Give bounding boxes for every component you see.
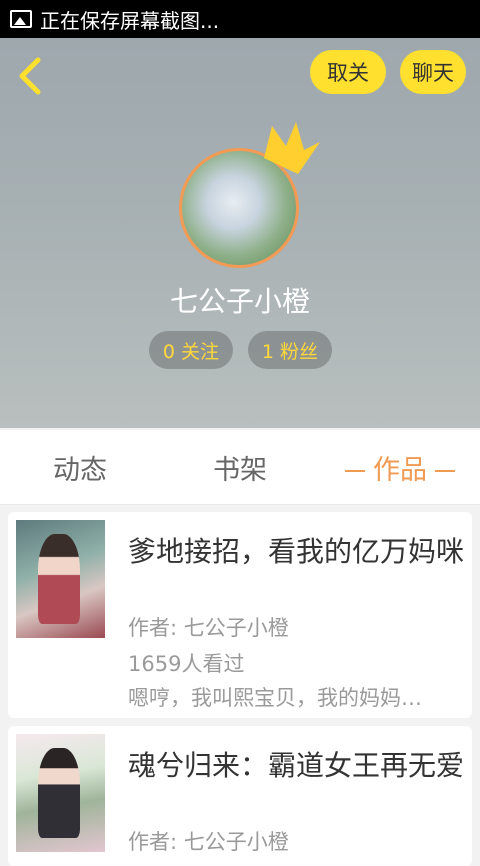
chevron-left-icon [19,57,41,95]
cover-figure [38,748,80,838]
fans-count[interactable]: 1 粉丝 [248,331,332,369]
tab-label: 动态 [53,454,107,486]
work-author: 作者: 七公子小橙 [128,616,289,640]
work-title: 爹地接招，看我的亿万妈咪 [128,535,465,568]
work-card[interactable]: 爹地接招，看我的亿万妈咪 作者: 七公子小橙 1659人看过 嗯哼，我叫熙宝贝，… [8,512,472,718]
tab-indicator-right [435,470,455,472]
work-title: 魂兮归来：霸道女王再无爱 [128,749,465,782]
work-views: 1659人看过 [128,652,245,676]
profile-header: 取关 聊天 七公子小橙 0 关注 1 粉丝 [0,38,480,428]
work-description: 嗯哼，我叫熙宝贝，我的妈妈… [128,686,422,710]
tab-works[interactable]: 作品 [320,448,480,487]
cover-figure [38,534,80,624]
username: 七公子小橙 [169,285,310,318]
book-cover [16,734,105,852]
unfollow-button[interactable]: 取关 [310,50,386,94]
profile-tabs: 动态 书架 作品 [0,430,480,505]
tab-label: 作品 [373,454,427,486]
back-button[interactable] [14,56,48,96]
image-icon [10,10,32,28]
status-bar: 正在保存屏幕截图... [0,0,480,38]
work-author: 作者: 七公子小橙 [128,830,289,854]
following-count[interactable]: 0 关注 [149,331,233,369]
crown-icon [264,122,320,174]
tab-activity[interactable]: 动态 [0,448,160,487]
tab-bookshelf[interactable]: 书架 [160,448,320,487]
book-cover [16,520,105,638]
tab-label: 书架 [213,454,267,486]
status-notification-text: 正在保存屏幕截图... [40,8,220,33]
tab-indicator-left [345,470,365,472]
work-card[interactable]: 魂兮归来：霸道女王再无爱 作者: 七公子小橙 [8,726,472,866]
chat-button[interactable]: 聊天 [400,50,466,94]
